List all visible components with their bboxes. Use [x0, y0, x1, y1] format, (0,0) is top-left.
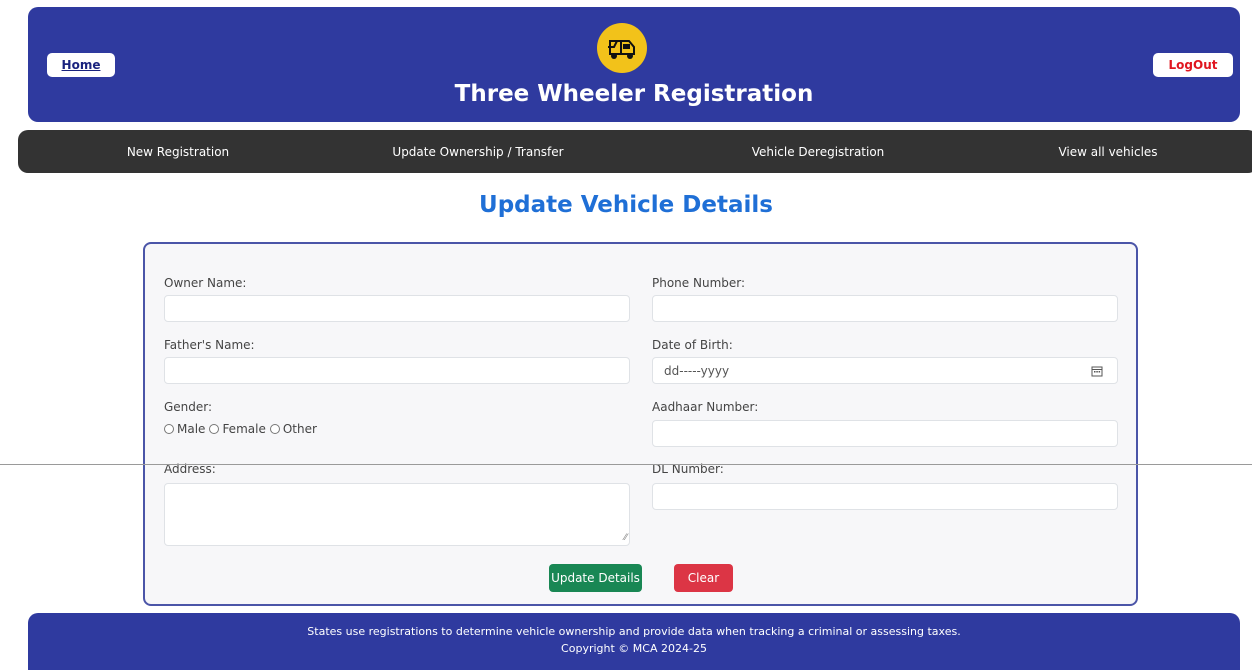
page-title: Update Vehicle Details [479, 192, 773, 218]
aadhaar-number-input[interactable] [652, 420, 1118, 447]
nav-new-registration[interactable]: New Registration [28, 130, 328, 173]
header: Home Three Wheeler Registration LogOut [28, 7, 1240, 122]
radio-icon[interactable] [269, 424, 280, 434]
gender-option-label: Female [222, 422, 266, 436]
phone-number-label: Phone Number: [652, 276, 746, 290]
dl-number-input[interactable] [652, 483, 1118, 510]
date-of-birth-label: Date of Birth: [652, 338, 733, 352]
gender-label: Gender: [164, 400, 213, 414]
calendar-icon[interactable] [1091, 365, 1103, 377]
clear-button[interactable]: Clear [674, 564, 733, 592]
main-nav: New Registration Update Ownership / Tran… [18, 130, 1252, 173]
nav-update-ownership[interactable]: Update Ownership / Transfer [328, 130, 628, 173]
gender-option-label: Male [177, 422, 206, 436]
gender-option-other[interactable]: Other [269, 422, 317, 436]
fathers-name-label: Father's Name: [164, 338, 255, 352]
radio-icon[interactable] [209, 424, 220, 434]
update-details-button[interactable]: Update Details [549, 564, 642, 592]
home-button[interactable]: Home [47, 53, 115, 77]
logout-button[interactable]: LogOut [1153, 53, 1233, 77]
resize-handle-icon[interactable]: ⁄⁄ [624, 534, 627, 543]
app-title: Three Wheeler Registration [454, 81, 814, 107]
nav-vehicle-deregistration[interactable]: Vehicle Deregistration [668, 130, 968, 173]
date-of-birth-value: dd-----yyyy [664, 363, 730, 378]
phone-number-input[interactable] [652, 295, 1118, 322]
gender-option-female[interactable]: Female [209, 422, 266, 436]
owner-name-label: Owner Name: [164, 276, 247, 290]
aadhaar-number-label: Aadhaar Number: [652, 400, 759, 414]
fathers-name-input[interactable] [164, 357, 630, 384]
radio-icon[interactable] [164, 424, 174, 434]
update-form: Owner Name: Phone Number: Father's Name:… [143, 242, 1138, 606]
divider-line [0, 464, 1252, 465]
auto-rickshaw-icon [597, 23, 647, 73]
gender-option-label: Other [282, 422, 317, 436]
footer-copyright: Copyright © MCA 2024-25 [561, 642, 707, 655]
footer-description: States use registrations to determine ve… [307, 625, 961, 638]
nav-view-all-vehicles[interactable]: View all vehicles [958, 130, 1252, 173]
date-of-birth-input[interactable]: dd-----yyyy [652, 357, 1118, 384]
address-textarea[interactable]: ⁄⁄ [164, 483, 630, 546]
owner-name-input[interactable] [164, 295, 630, 322]
footer: States use registrations to determine ve… [28, 613, 1240, 670]
gender-radio-group: Male Female Other [164, 422, 321, 436]
gender-option-male[interactable]: Male [164, 422, 205, 436]
